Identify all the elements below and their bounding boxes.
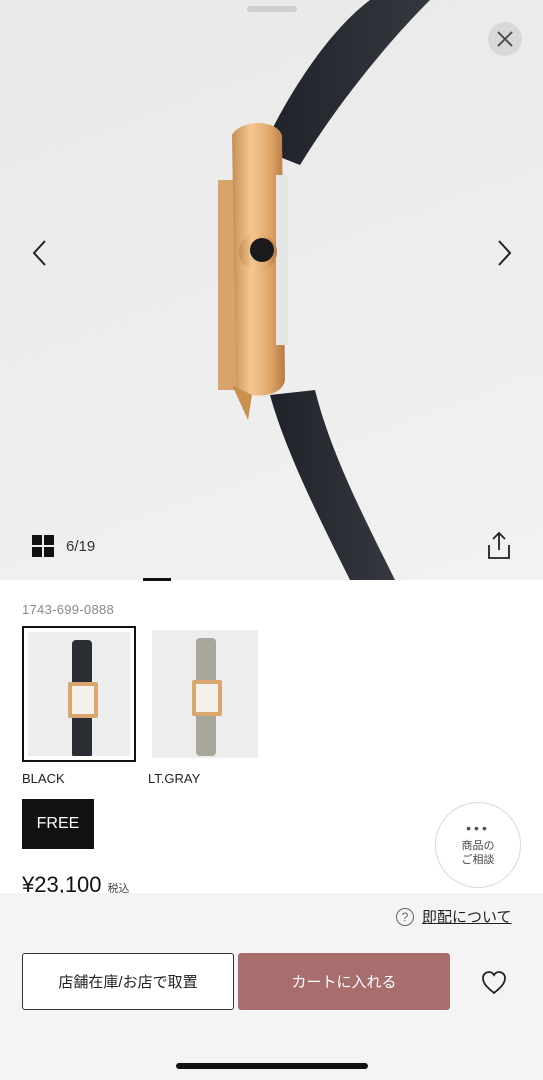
more-dots-icon: ••• [466,820,490,836]
heart-icon [482,971,506,995]
slide-indicator [143,578,171,581]
favorite-button[interactable] [478,966,510,998]
close-icon [497,31,513,47]
share-icon [488,531,510,559]
home-indicator [176,1063,368,1069]
help-icon: ? [396,907,414,926]
delivery-link-label: 即配について [422,909,512,926]
chevron-right-icon [498,240,512,266]
color-label-black: BLACK [22,771,65,786]
grid-icon[interactable] [32,535,54,557]
share-button[interactable] [484,530,514,562]
next-image-button[interactable] [490,236,520,270]
swatch-image [152,630,258,758]
color-swatch-black[interactable] [22,626,136,762]
store-stock-button[interactable]: 店舗在庫/お店で取置 [22,953,234,1010]
product-image-gallery[interactable]: 6/19 [0,0,543,580]
size-option-free[interactable]: FREE [22,799,94,849]
chevron-left-icon [32,240,46,266]
gallery-controls: 6/19 [32,535,95,557]
image-counter: 6/19 [66,537,96,555]
color-swatch-lt-gray[interactable] [148,626,262,762]
previous-image-button[interactable] [24,236,54,270]
add-to-cart-button[interactable]: カートに入れる [238,953,450,1010]
close-button[interactable] [488,22,522,56]
express-delivery-link[interactable]: ? 即配について [396,906,512,927]
product-consult-button[interactable]: ••• 商品の ご相談 [435,802,521,888]
consult-label: 商品の ご相談 [461,840,495,866]
swatch-image [28,632,130,756]
color-label-lt-gray: LT.GRAY [148,771,201,786]
product-code: 1743-699-0888 [22,602,115,617]
product-photo [218,0,430,580]
drag-handle[interactable] [247,6,297,12]
